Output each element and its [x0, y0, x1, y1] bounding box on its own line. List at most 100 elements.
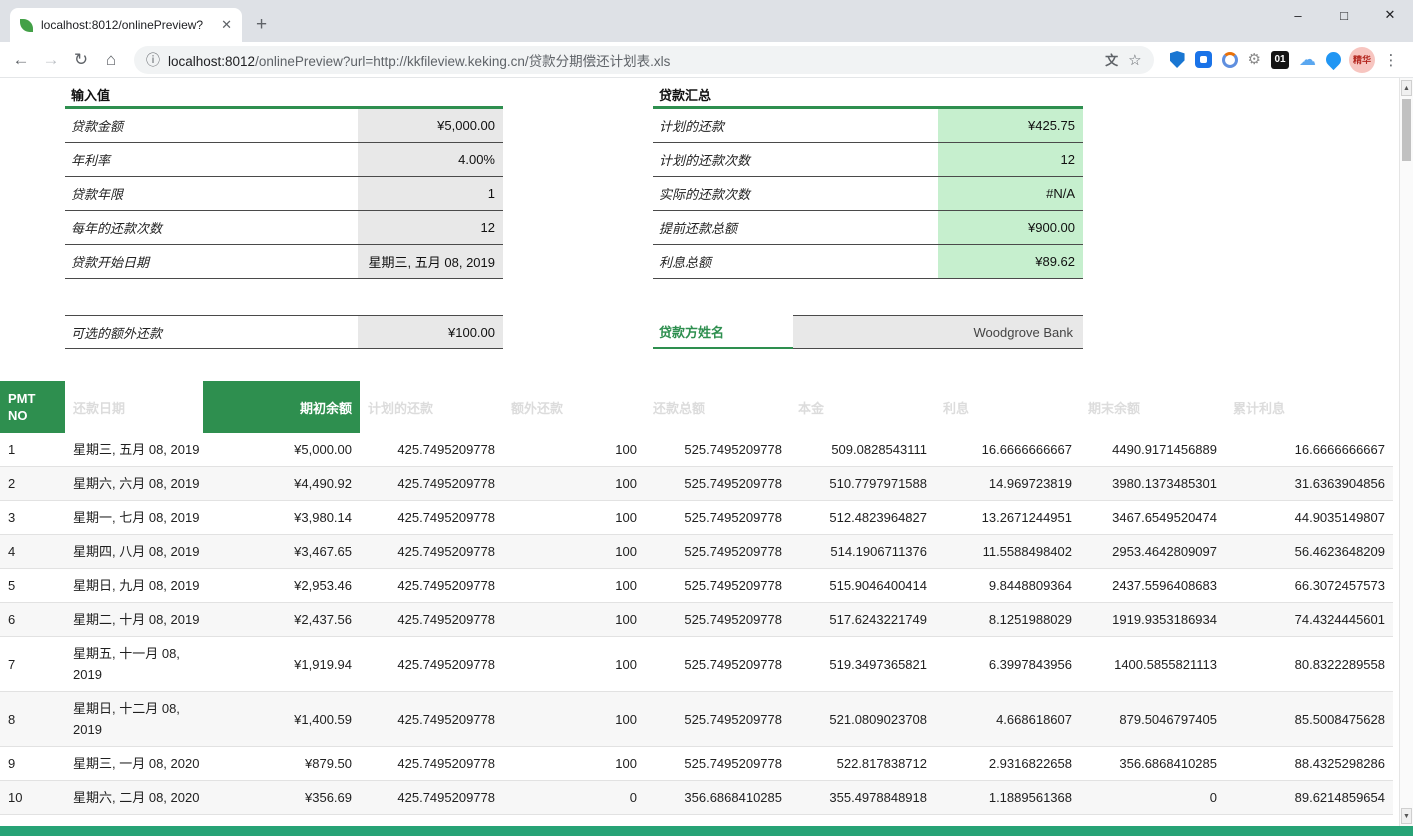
lender-value: Woodgrove Bank — [793, 315, 1083, 349]
cell: ¥1,400.59 — [203, 692, 360, 747]
cell: ¥2,953.46 — [203, 569, 360, 603]
cell: 515.9046400414 — [790, 569, 935, 603]
summary-row: 提前还款总额 ¥900.00 — [653, 211, 1083, 245]
summary-section-title: 贷款汇总 — [653, 82, 1083, 109]
tab-close-icon[interactable]: ✕ — [221, 17, 232, 33]
cell: 2 — [0, 467, 65, 501]
cell: 13.2671244951 — [935, 501, 1080, 535]
table-row: 2星期六, 六月 08, 2019¥4,490.92425.7495209778… — [0, 467, 1393, 501]
cell: 31.6363904856 — [1225, 467, 1393, 501]
cell: ¥356.69 — [203, 781, 360, 815]
spreadsheet-preview: 输入值 贷款金额 ¥5,000.00 年利率 4.00% 贷款年限 1 每年的还… — [0, 78, 1399, 826]
cell: 100 — [503, 692, 645, 747]
shield-extension-icon[interactable] — [1170, 51, 1185, 68]
cell: 425.7495209778 — [360, 569, 503, 603]
browser-window: localhost:8012/onlinePreview? ✕ + – □ ✕ … — [0, 0, 1413, 836]
profile-avatar[interactable]: 精华 — [1349, 47, 1375, 73]
page-info-icon[interactable]: ⓘ — [146, 50, 160, 70]
vertical-scrollbar[interactable]: ▲ ▼ — [1399, 78, 1413, 826]
omnibox-actions: 文 ☆ — [1105, 50, 1141, 69]
reload-button[interactable]: ↻ — [66, 45, 96, 75]
cell: 522.817838712 — [790, 747, 935, 781]
input-row: 贷款金额 ¥5,000.00 — [65, 109, 503, 143]
input-row: 贷款年限 1 — [65, 177, 503, 211]
cell: 1 — [0, 433, 65, 467]
cell: 2953.4642809097 — [1080, 535, 1225, 569]
cell: ¥1,919.94 — [203, 637, 360, 692]
cell: 8.1251988029 — [935, 603, 1080, 637]
cell: 425.7495209778 — [360, 535, 503, 569]
close-button[interactable]: ✕ — [1367, 0, 1413, 30]
blue-extension-icon[interactable] — [1195, 51, 1212, 68]
cell: 509.0828543111 — [790, 433, 935, 467]
cell: 425.7495209778 — [360, 501, 503, 535]
forward-button[interactable]: → — [36, 45, 66, 75]
cell: 521.0809023708 — [790, 692, 935, 747]
summary-value: ¥425.75 — [938, 109, 1083, 142]
cell: 525.7495209778 — [645, 433, 790, 467]
cell: 510.7797971588 — [790, 467, 935, 501]
bird-extension-icon[interactable] — [1323, 49, 1344, 70]
cell: 355.4978848918 — [790, 781, 935, 815]
summary-label: 实际的还款次数 — [653, 177, 938, 210]
header-total-payment: 还款总额 — [645, 381, 790, 433]
browser-tab[interactable]: localhost:8012/onlinePreview? ✕ — [10, 8, 242, 42]
cell: 9.8448809364 — [935, 569, 1080, 603]
cloud-extension-icon[interactable]: ☁ — [1299, 51, 1316, 68]
scroll-up-button[interactable]: ▲ — [1401, 80, 1412, 96]
cell: 425.7495209778 — [360, 692, 503, 747]
scroll-down-button[interactable]: ▼ — [1401, 808, 1412, 824]
table-row: 3星期一, 七月 08, 2019¥3,980.14425.7495209778… — [0, 501, 1393, 535]
cell: 星期一, 七月 08, 2019 — [65, 501, 203, 535]
translate-icon[interactable]: 文 — [1105, 50, 1118, 69]
summary-value: ¥89.62 — [938, 245, 1083, 278]
cell: 514.1906711376 — [790, 535, 935, 569]
cell: 44.9035149807 — [1225, 501, 1393, 535]
input-label: 贷款金额 — [65, 109, 358, 142]
cell: 4490.9171456889 — [1080, 433, 1225, 467]
menu-icon[interactable]: ⋮ — [1379, 51, 1403, 69]
cell: 56.4623648209 — [1225, 535, 1393, 569]
cell: 星期三, 一月 08, 2020 — [65, 747, 203, 781]
summary-row: 计划的还款次数 12 — [653, 143, 1083, 177]
cell: ¥3,467.65 — [203, 535, 360, 569]
badge-01-extension-icon[interactable]: 01 — [1271, 51, 1289, 69]
summary-label: 提前还款总额 — [653, 211, 938, 244]
cell: 星期五, 十一月 08, 2019 — [65, 637, 203, 692]
summary-value: #N/A — [938, 177, 1083, 210]
new-tab-button[interactable]: + — [242, 8, 281, 42]
summary-row: 利息总额 ¥89.62 — [653, 245, 1083, 279]
gear-extension-icon[interactable]: ⚙ — [1248, 52, 1261, 67]
cell: 100 — [503, 467, 645, 501]
extra-payment-value: ¥100.00 — [358, 316, 503, 348]
summary-label: 利息总额 — [653, 245, 938, 278]
cell: 525.7495209778 — [645, 535, 790, 569]
cell: 星期六, 二月 08, 2020 — [65, 781, 203, 815]
cell: ¥5,000.00 — [203, 433, 360, 467]
cell: 星期日, 十二月 08, 2019 — [65, 692, 203, 747]
bookmark-star-icon[interactable]: ☆ — [1128, 51, 1141, 69]
home-button[interactable]: ⌂ — [96, 45, 126, 75]
cell: 100 — [503, 433, 645, 467]
cell: 6.3997843956 — [935, 637, 1080, 692]
summary-label: 计划的还款次数 — [653, 143, 938, 176]
maximize-button[interactable]: □ — [1321, 0, 1367, 30]
input-value: ¥5,000.00 — [358, 109, 503, 142]
cell: 7 — [0, 637, 65, 692]
back-button[interactable]: ← — [6, 45, 36, 75]
cell: 星期四, 八月 08, 2019 — [65, 535, 203, 569]
summary-value: 12 — [938, 143, 1083, 176]
browser-toolbar: ← → ↻ ⌂ ⓘ localhost:8012/onlinePreview?u… — [0, 42, 1413, 78]
address-bar[interactable]: ⓘ localhost:8012/onlinePreview?url=http:… — [134, 46, 1154, 74]
cell: 425.7495209778 — [360, 637, 503, 692]
cell: 16.6666666667 — [935, 433, 1080, 467]
cell: 星期六, 六月 08, 2019 — [65, 467, 203, 501]
cell: 100 — [503, 501, 645, 535]
scroll-thumb[interactable] — [1402, 99, 1411, 161]
extra-payment-label: 可选的额外还款 — [65, 316, 358, 348]
cell: 4.668618607 — [935, 692, 1080, 747]
ring-extension-icon[interactable] — [1222, 52, 1238, 68]
minimize-button[interactable]: – — [1275, 0, 1321, 30]
table-header-row: PMT NO 还款日期 期初余额 计划的还款 额外还款 还款总额 本金 利息 期… — [0, 381, 1393, 433]
input-label: 贷款年限 — [65, 177, 358, 210]
